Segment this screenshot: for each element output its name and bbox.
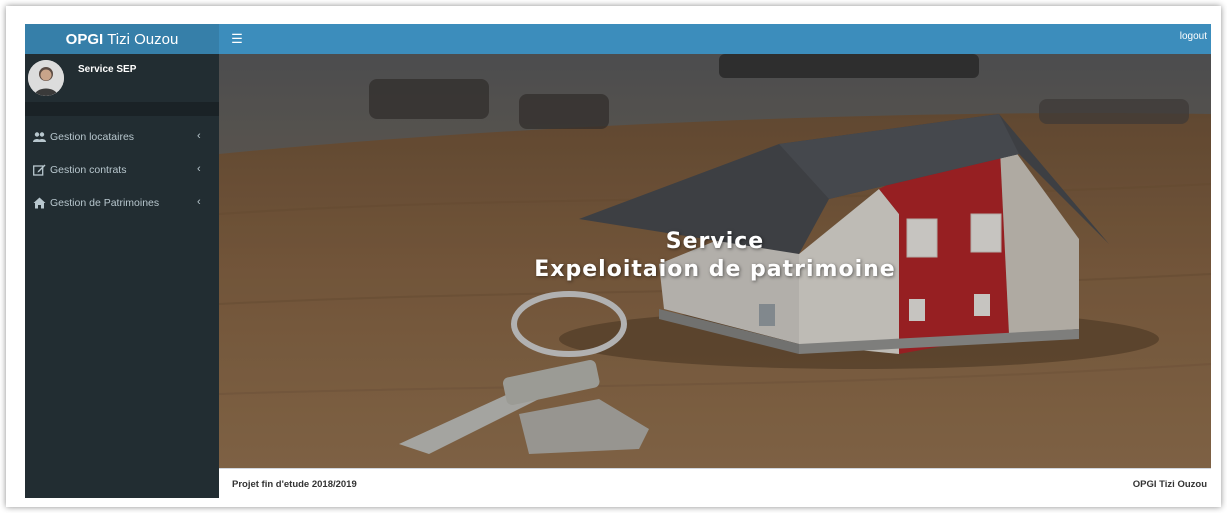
user-name: Service SEP (78, 64, 137, 75)
edit-icon (33, 164, 46, 176)
footer-org-text: OPGI Tizi Ouzou (1132, 479, 1207, 490)
hamburger-icon[interactable]: ☰ (229, 30, 245, 48)
user-panel: Service SEP (25, 54, 219, 102)
sidebar-item-gestion-contrats[interactable]: Gestion contrats ‹ (25, 153, 219, 186)
hero-title-line1: Service (665, 229, 765, 254)
sidebar-item-label: Gestion contrats (50, 163, 127, 176)
logout-link[interactable]: logout (1180, 31, 1207, 42)
avatar (28, 60, 64, 96)
hero-title-line2: Expeloitaion de patrimoine (534, 257, 896, 282)
logo-bold: OPGI (65, 30, 104, 48)
sidebar-item-gestion-locataires[interactable]: Gestion locataires ‹ (25, 120, 219, 153)
navbar: ☰ logout (219, 24, 1211, 54)
sidebar-search-band (25, 102, 219, 116)
app-shell: OPGI Tizi Ouzou ☰ logout Service SEP Ges… (25, 24, 1211, 498)
logo-text: Tizi Ouzou (107, 30, 179, 48)
content-area: Service Expeloitaion de patrimoine (219, 54, 1211, 468)
chevron-left-icon: ‹ (197, 163, 201, 175)
chevron-left-icon: ‹ (197, 196, 201, 208)
home-icon (33, 197, 46, 209)
footer-project-text: Projet fin d'etude 2018/2019 (232, 479, 357, 490)
users-icon (33, 131, 46, 143)
main-header: OPGI Tizi Ouzou ☰ logout (25, 24, 1211, 54)
sidebar: Service SEP Gestion locataires ‹ Gestion… (25, 54, 219, 498)
chevron-left-icon: ‹ (197, 130, 201, 142)
logo[interactable]: OPGI Tizi Ouzou (25, 24, 219, 54)
sidebar-item-label: Gestion de Patrimoines (50, 196, 160, 209)
main-footer: Projet fin d'etude 2018/2019 OPGI Tizi O… (219, 468, 1211, 498)
sidebar-item-label: Gestion locataires (50, 130, 135, 143)
sidebar-menu: Gestion locataires ‹ Gestion contrats ‹ (25, 120, 219, 219)
sidebar-item-gestion-patrimoines[interactable]: Gestion de Patrimoines ‹ (25, 186, 219, 219)
